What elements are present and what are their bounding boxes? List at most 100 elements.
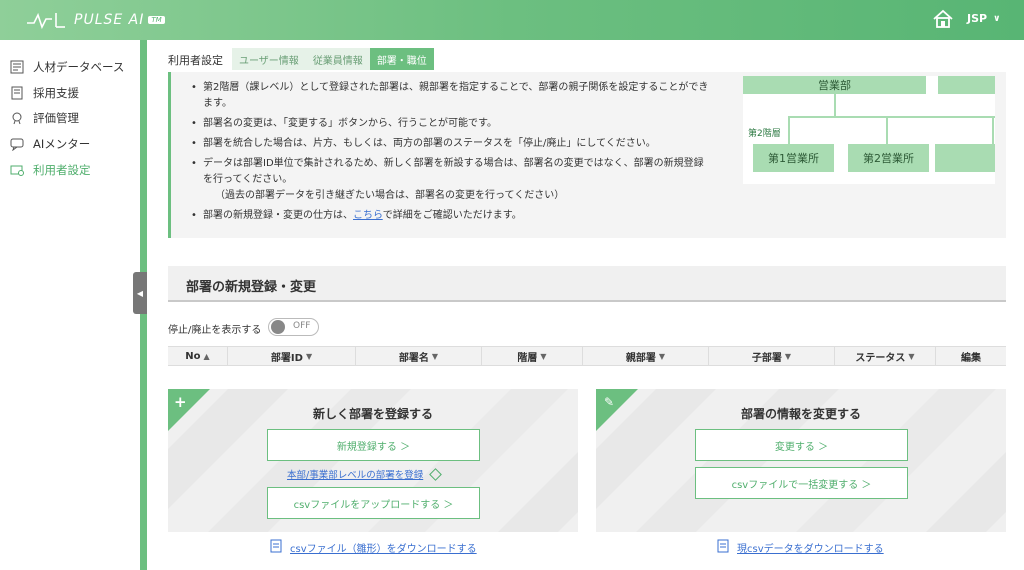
section-title: 部署の新規登録・変更 [186, 280, 317, 295]
tab-employee-info[interactable]: 従業員情報 [305, 48, 370, 70]
diagram-connector [788, 116, 995, 118]
document-icon [10, 86, 24, 100]
card-title: 部署の情報を変更する [740, 407, 861, 421]
tab-user-info[interactable]: ユーザー情報 [232, 48, 306, 70]
sort-desc-icon: ▼ [431, 351, 439, 361]
diagram-child-box: 第2営業所 [848, 144, 929, 172]
column-label: 部署ID [270, 352, 303, 364]
app-name: PULSE AI [74, 12, 145, 28]
user-settings-icon [10, 163, 24, 177]
help-link[interactable]: こちら [353, 210, 383, 221]
change-button[interactable]: 変更する ＞ [695, 429, 908, 461]
sort-desc-icon: ▼ [540, 351, 547, 361]
sidebar-item-label: 人材データベース [33, 60, 125, 74]
info-bullet-note: （過去の部署データを引き継ぎたい場合は、部署名の変更を行ってください） [215, 190, 565, 201]
info-list: 第2階層（課レベル）として登録された部署は、親部署を指定することで、部署の親子関… [191, 80, 711, 228]
info-bullet-text: 部署の新規登録・変更の仕方は、 [203, 210, 353, 221]
page-title: 利用者設定 [168, 54, 223, 67]
csv-bulk-change-button[interactable]: csvファイルで一括変更する ＞ [695, 467, 908, 499]
column-header-dept-id[interactable]: 部署ID ▼ [228, 347, 356, 365]
home-icon[interactable] [932, 8, 954, 30]
sidebar-item-ai-mentor[interactable]: AIメンター [10, 134, 90, 154]
sidebar-item-label: AIメンター [33, 137, 91, 151]
logo-mark-icon [27, 12, 65, 30]
toggle-label: 停止/廃止を表示する [168, 325, 262, 336]
sort-desc-icon: ▼ [784, 351, 792, 361]
info-bullet: 部署を統合した場合は、片方、もしくは、両方の部署のステータスを「停止/廃止」にし… [191, 136, 711, 152]
info-bullet: 部署名の変更は、「変更する」ボタンから、行うことが可能です。 [191, 116, 711, 132]
user-name: JSP [967, 12, 988, 25]
toggle-knob [271, 320, 285, 334]
diagram-connector [834, 94, 836, 116]
department-table-header: No ▲ 部署ID ▼ 部署名 ▼ 階層 ▼ 親部署 ▼ 子部署 ▼ ステータス ▼ 編集 [168, 346, 1006, 366]
csv-upload-button[interactable]: csvファイルをアップロードする ＞ [267, 487, 480, 519]
diagram-connector [886, 116, 888, 144]
hierarchy-diagram: 営業部 第2階層 第1営業所 第2営業所 [743, 76, 995, 184]
diagram-level-label: 第2階層 [748, 129, 781, 139]
column-label: ステータス [855, 352, 906, 364]
sidebar: 人材データベース 採用支援 評価管理 AIメンター 利用者設定 [0, 40, 140, 570]
chat-icon [10, 137, 24, 151]
diagram-top-box-2 [938, 76, 995, 94]
card-title: 新しく部署を登録する [312, 407, 433, 421]
diagram-connector [788, 116, 790, 144]
tm-badge: TM [148, 16, 165, 24]
sidebar-item-label: 利用者設定 [33, 163, 91, 177]
tab-department-position[interactable]: 部署・職位 [369, 48, 434, 70]
document-icon [717, 539, 729, 556]
user-menu[interactable]: JSP ∨ [967, 12, 1000, 25]
sort-desc-icon: ▼ [658, 351, 666, 361]
column-header-parent[interactable]: 親部署 ▼ [583, 347, 709, 365]
sidebar-item-user-settings[interactable]: 利用者設定 [10, 160, 91, 180]
diagram-top-box: 営業部 [743, 76, 926, 94]
download-current-csv-link[interactable]: 現csvデータをダウンロードする [717, 539, 884, 556]
database-icon [10, 60, 24, 74]
column-header-status[interactable]: ステータス ▼ [835, 347, 936, 365]
download-template-label: csvファイル（雛形）をダウンロードする [290, 544, 477, 555]
medal-icon [10, 111, 24, 125]
app-header: PULSE AI TM JSP ∨ [0, 0, 1024, 40]
sidebar-collapse-button[interactable]: ◀ [133, 272, 147, 314]
column-header-dept-name[interactable]: 部署名 ▼ [356, 347, 482, 365]
chevron-down-icon: ∨ [993, 13, 1001, 24]
new-register-button[interactable]: 新規登録する ＞ [267, 429, 480, 461]
sidebar-item-evaluation[interactable]: 評価管理 [10, 108, 79, 128]
column-label: 部署名 [398, 352, 429, 364]
sidebar-item-recruiting[interactable]: 採用支援 [10, 83, 79, 103]
diagram-connector [992, 116, 994, 144]
column-label: No [185, 350, 201, 362]
info-bullet-text: で詳細をご確認いただけます。 [382, 210, 522, 221]
sort-desc-icon: ▼ [908, 351, 915, 361]
column-label: 子部署 [751, 352, 782, 364]
sort-desc-icon: ▼ [305, 351, 313, 361]
show-inactive-toggle[interactable]: OFF [268, 318, 319, 336]
section-heading: 部署の新規登録・変更 [168, 266, 1006, 302]
info-bullet: 第2階層（課レベル）として登録された部署は、親部署を指定することで、部署の親子関… [191, 80, 711, 112]
toggle-state: OFF [293, 321, 311, 331]
settings-tabs: ユーザー情報 従業員情報 部署・職位 [232, 48, 434, 70]
download-current-csv-label: 現csvデータをダウンロードする [737, 544, 884, 555]
sort-asc-icon: ▲ [203, 351, 210, 361]
diamond-icon [429, 467, 443, 481]
register-hq-link-label: 本部/事業部レベルの部署を登録 [287, 470, 424, 481]
column-label: 親部署 [625, 352, 656, 364]
document-icon [270, 539, 282, 556]
register-hq-link[interactable]: 本部/事業部レベルの部署を登録 [287, 467, 443, 481]
download-template-link[interactable]: csvファイル（雛形）をダウンロードする [270, 539, 477, 556]
new-department-card: + 新しく部署を登録する 新規登録する ＞ 本部/事業部レベルの部署を登録 cs… [168, 389, 578, 532]
info-panel: 第2階層（課レベル）として登録された部署は、親部署を指定することで、部署の親子関… [168, 72, 1006, 238]
diagram-child-box: 第1営業所 [753, 144, 834, 172]
column-header-child[interactable]: 子部署 ▼ [709, 347, 835, 365]
edit-department-card: ✎ 部署の情報を変更する 変更する ＞ csvファイルで一括変更する ＞ [596, 389, 1006, 532]
diagram-child-box [935, 144, 995, 172]
sidebar-item-talent-db[interactable]: 人材データベース [10, 57, 124, 77]
info-bullet: データは部署ID単位で集計されるため、新しく部署を新設する場合は、部署名の変更で… [191, 156, 711, 204]
column-header-level[interactable]: 階層 ▼ [482, 347, 583, 365]
info-bullet: 部署の新規登録・変更の仕方は、こちらで詳細をご確認いただけます。 [191, 208, 711, 224]
column-label: 階層 [517, 352, 538, 364]
pulse-ai-logo[interactable]: PULSE AI TM [26, 8, 165, 32]
sidebar-item-label: 採用支援 [33, 86, 79, 100]
info-bullet-text: データは部署ID単位で集計されるため、新しく部署を新設する場合は、部署名の変更で… [203, 158, 704, 185]
column-header-edit: 編集 [936, 347, 1006, 365]
column-header-no[interactable]: No ▲ [168, 347, 228, 365]
